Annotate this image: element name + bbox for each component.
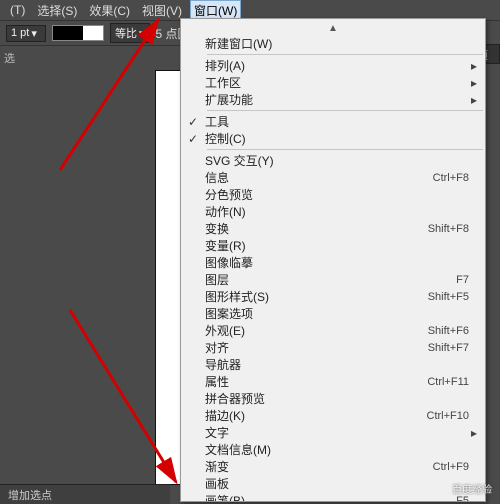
menu-view[interactable]: 视图(V) xyxy=(138,0,186,21)
stroke-profile[interactable] xyxy=(52,25,104,41)
menu-item[interactable]: 导航器 xyxy=(181,356,485,373)
check-icon: ✓ xyxy=(181,115,205,129)
menu-item[interactable]: 对齐Shift+F7 xyxy=(181,339,485,356)
submenu-arrow-icon: ▸ xyxy=(469,93,479,107)
menu-item-shortcut: Ctrl+F10 xyxy=(419,410,470,422)
scale-mode-value: 等比 xyxy=(115,25,137,41)
menu-item-label: SVG 交互(Y) xyxy=(205,152,461,169)
menu-item-label: 排列(A) xyxy=(205,57,461,74)
menu-item-shortcut: Shift+F5 xyxy=(420,291,469,303)
menu-item-label: 控制(C) xyxy=(205,130,461,147)
menu-item-label: 变量(R) xyxy=(205,237,461,254)
menu-item[interactable]: SVG 交互(Y) xyxy=(181,152,485,169)
menu-item-label: 工作区 xyxy=(205,74,461,91)
menu-item-label: 图案选项 xyxy=(205,305,461,322)
menu-item-label: 外观(E) xyxy=(205,322,420,339)
menubar: (T) 选择(S) 效果(C) 视图(V) 窗口(W) xyxy=(0,0,500,20)
menu-separator xyxy=(207,54,483,55)
menu-item-control[interactable]: ✓ 控制(C) xyxy=(181,130,485,147)
submenu-arrow-icon: ▸ xyxy=(469,59,479,73)
menu-item-shortcut: F7 xyxy=(448,274,469,286)
menu-item-shortcut: Shift+F7 xyxy=(420,342,469,354)
menu-item-label: 文档信息(M) xyxy=(205,441,461,458)
menu-item-label: 变换 xyxy=(205,220,420,237)
menu-item[interactable]: 文字 ▸ xyxy=(181,424,485,441)
menu-item-label: 图形样式(S) xyxy=(205,288,420,305)
menu-item-extensions[interactable]: 扩展功能 ▸ xyxy=(181,91,485,108)
menu-item[interactable]: 分色预览 xyxy=(181,186,485,203)
menu-item[interactable]: 文档信息(M) xyxy=(181,441,485,458)
chevron-down-icon: ▾ xyxy=(139,27,145,40)
menu-item[interactable]: 外观(E)Shift+F6 xyxy=(181,322,485,339)
menu-item[interactable]: 渐变Ctrl+F9 xyxy=(181,458,485,475)
menu-item-shortcut: Ctrl+F9 xyxy=(425,461,469,473)
menu-item-shortcut: Shift+F8 xyxy=(420,223,469,235)
menu-item[interactable]: 动作(N) xyxy=(181,203,485,220)
menu-item-shortcut: Ctrl+F11 xyxy=(419,376,469,388)
footer-bar: 增加选点 xyxy=(0,484,170,504)
menu-item-label: 信息 xyxy=(205,169,425,186)
menu-item-shortcut: Ctrl+F8 xyxy=(425,172,469,184)
menu-item-label: 属性 xyxy=(205,373,419,390)
menu-group-panels: SVG 交互(Y)信息Ctrl+F8分色预览动作(N)变换Shift+F8变量(… xyxy=(181,152,485,502)
menu-item-label: 描边(K) xyxy=(205,407,419,424)
stroke-size-dropdown[interactable]: 1 pt ▾ xyxy=(6,25,46,42)
menu-scroll-up[interactable]: ▲ xyxy=(181,21,485,35)
menu-item-label: 动作(N) xyxy=(205,203,461,220)
chevron-up-icon: ▲ xyxy=(328,23,338,34)
menu-separator xyxy=(207,149,483,150)
footer-label: 增加选点 xyxy=(8,487,52,503)
menu-item-workspace[interactable]: 工作区 ▸ xyxy=(181,74,485,91)
menu-item-label: 扩展功能 xyxy=(205,91,461,108)
menu-item-shortcut: F5 xyxy=(448,495,469,503)
menu-item[interactable]: 画板 xyxy=(181,475,485,492)
menu-item-label: 画板 xyxy=(205,475,461,492)
submenu-arrow-icon: ▸ xyxy=(469,76,479,90)
menu-effect[interactable]: 效果(C) xyxy=(85,0,134,21)
menu-item[interactable]: 描边(K)Ctrl+F10 xyxy=(181,407,485,424)
menu-item[interactable]: 属性Ctrl+F11 xyxy=(181,373,485,390)
menu-item-label: 对齐 xyxy=(205,339,420,356)
menu-item[interactable]: 图层F7 xyxy=(181,271,485,288)
menu-item[interactable]: 拼合器预览 xyxy=(181,390,485,407)
menu-item-tools[interactable]: ✓ 工具 xyxy=(181,113,485,130)
menu-separator xyxy=(207,110,483,111)
menu-item-label: 分色预览 xyxy=(205,186,461,203)
menu-item-label: 图层 xyxy=(205,271,448,288)
menu-item[interactable]: 图像临摹 xyxy=(181,254,485,271)
scale-mode-dropdown[interactable]: 等比 ▾ xyxy=(110,23,150,43)
menu-item[interactable]: 变换Shift+F8 xyxy=(181,220,485,237)
menu-item[interactable]: 信息Ctrl+F8 xyxy=(181,169,485,186)
submenu-arrow-icon: ▸ xyxy=(469,426,479,440)
menu-item-label: 文字 xyxy=(205,424,461,441)
menu-item[interactable]: 画笔(B)F5 xyxy=(181,492,485,502)
menu-t[interactable]: (T) xyxy=(6,1,29,19)
stroke-size-value: 1 pt xyxy=(11,27,29,39)
menu-item-label: 图像临摹 xyxy=(205,254,461,271)
menu-item[interactable]: 图案选项 xyxy=(181,305,485,322)
menu-select[interactable]: 选择(S) xyxy=(33,0,81,21)
menu-item-shortcut: Shift+F6 xyxy=(420,325,469,337)
window-menu-dropdown: ▲ 新建窗口(W) 排列(A) ▸ 工作区 ▸ 扩展功能 ▸ ✓ 工具 ✓ 控制… xyxy=(180,18,486,502)
menu-item-label: 画笔(B) xyxy=(205,492,448,502)
menu-item-arrange[interactable]: 排列(A) ▸ xyxy=(181,57,485,74)
menu-item-label: 拼合器预览 xyxy=(205,390,461,407)
menu-item-label: 渐变 xyxy=(205,458,425,475)
menu-item-label: 导航器 xyxy=(205,356,461,373)
menu-item-new-window[interactable]: 新建窗口(W) xyxy=(181,35,485,52)
menu-item[interactable]: 图形样式(S)Shift+F5 xyxy=(181,288,485,305)
menu-item-label: 工具 xyxy=(205,113,461,130)
side-label: 选 xyxy=(4,50,15,66)
menu-item-label: 新建窗口(W) xyxy=(205,35,461,52)
chevron-down-icon: ▾ xyxy=(31,27,37,40)
menu-item[interactable]: 变量(R) xyxy=(181,237,485,254)
check-icon: ✓ xyxy=(181,132,205,146)
